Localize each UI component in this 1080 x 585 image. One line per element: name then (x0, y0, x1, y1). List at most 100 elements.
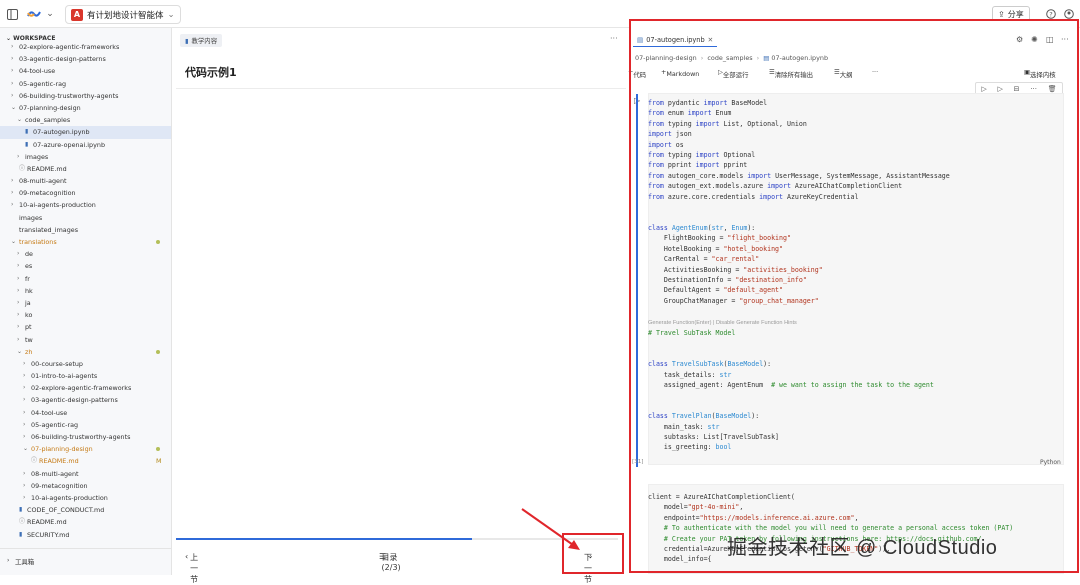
tree-item-label: translations (19, 238, 57, 246)
tree-item[interactable]: › images (0, 151, 171, 163)
chevron-down-icon: ⌄ (23, 445, 29, 453)
chevron-right-icon: › (23, 493, 26, 501)
chevron-right-icon: › (11, 177, 14, 185)
tree-item-label: 07-azure-openai.ipynb (33, 140, 105, 149)
file-tree: › 02-explore-agentic-frameworks › 03-agenti… (0, 41, 171, 541)
tree-item[interactable]: › 00-course-setup (0, 358, 171, 370)
share-icon: ⇪ (998, 9, 1005, 19)
tree-item[interactable]: ⌄ code_samples (0, 114, 171, 126)
tree-item[interactable]: › 02-explore-agentic-frameworks (0, 41, 171, 53)
tree-item-label: 01-intro-to-ai-agents (31, 372, 98, 381)
tree-item[interactable]: › tw (0, 334, 171, 346)
tree-item[interactable]: ⌄ 07-planning-design (0, 102, 171, 114)
chevron-right-icon: › (11, 43, 14, 50)
chevron-right-icon: › (17, 323, 20, 331)
chevron-right-icon: › (11, 67, 14, 75)
tree-item-label: 00-course-setup (31, 359, 83, 368)
next-button-highlight (562, 533, 624, 574)
tree-item[interactable]: › 04-tool-use (0, 407, 171, 419)
modified-badge: M (156, 457, 162, 466)
chevron-right-icon: › (7, 557, 10, 564)
chevron-down-icon[interactable]: ⌄ (44, 8, 56, 20)
tree-item[interactable]: › 03-agentic-design-patterns (0, 394, 171, 406)
project-selector[interactable]: A 有计划地设计智能体 ⌄ (65, 5, 181, 24)
tree-item-label: 08-multi-agent (31, 469, 79, 478)
prev-section-button[interactable]: ‹ 上一节 (185, 547, 198, 584)
tree-item[interactable]: › hk (0, 285, 171, 297)
tree-item[interactable]: › 01-intro-to-ai-agents (0, 370, 171, 382)
tree-item-label: images (19, 213, 43, 222)
tree-item[interactable]: › pt (0, 321, 171, 333)
tree-item[interactable]: ⌄ translations (0, 236, 171, 248)
tree-item[interactable]: › 08-multi-agent (0, 175, 171, 187)
info-icon: ⓘ (19, 518, 26, 526)
project-name: 有计划地设计智能体 (87, 10, 164, 21)
tree-item[interactable]: › es (0, 260, 171, 272)
tree-item[interactable]: ▮ 07-autogen.ipynb (0, 126, 171, 139)
tree-item[interactable]: › fr (0, 273, 171, 285)
notebook-highlight-box (629, 19, 1079, 573)
tree-item-label: 10-ai-agents-production (19, 201, 96, 210)
tree-item[interactable]: images (0, 212, 171, 224)
chevron-right-icon: › (17, 286, 20, 294)
tree-item[interactable]: ▮ CODE_OF_CONDUCT.md (0, 504, 171, 516)
tree-item[interactable]: › de (0, 248, 171, 260)
tree-item[interactable]: › 05-agentic-rag (0, 78, 171, 90)
tree-item-label: 03-agentic-design-patterns (31, 396, 118, 405)
tree-item[interactable]: › 06-building-trustworthy-agents (0, 90, 171, 102)
chevron-down-icon: ⌄ (11, 238, 17, 245)
chevron-right-icon: › (23, 408, 26, 416)
tutorial-panel: ▮ 教学内容 ··· 代码示例1 ‹ 上一节 ☰ 目录(2/3) 下一节 › (176, 28, 626, 584)
chevron-right-icon: › (17, 274, 20, 282)
tree-item-label: README.md (27, 518, 67, 527)
tree-item[interactable]: ⓘ README.md (0, 163, 171, 175)
toc-label: 目录(2/3) (381, 553, 401, 572)
chevron-right-icon: › (17, 335, 20, 343)
tab-label: 教学内容 (191, 37, 218, 45)
tree-item-label: zh (25, 347, 33, 356)
chevron-left-icon: ‹ (185, 552, 189, 561)
tree-item[interactable]: ⓘ README.md (0, 516, 171, 528)
sidebar-toggle-icon[interactable] (6, 8, 18, 20)
tree-item-label: es (25, 262, 33, 271)
divider (176, 88, 626, 89)
tree-item-label: 05-agentic-rag (19, 79, 67, 88)
tree-item[interactable]: › 10-ai-agents-production (0, 492, 171, 504)
chevron-right-icon: › (17, 262, 20, 270)
chevron-right-icon: › (11, 189, 14, 197)
tree-item[interactable]: ⓘ README.md M (0, 455, 171, 467)
tree-item[interactable]: ▮ SECURITY.md (0, 529, 171, 541)
chevron-right-icon: › (17, 311, 20, 319)
tree-item-label: 07-autogen.ipynb (33, 128, 90, 137)
tree-item-label: 04-tool-use (31, 408, 68, 417)
tree-item-label: 09-metacognition (31, 481, 88, 490)
tree-item[interactable]: › 09-metacognition (0, 480, 171, 492)
tab-tutorial-content[interactable]: ▮ 教学内容 (180, 34, 223, 47)
tree-item[interactable]: › 05-agentic-rag (0, 419, 171, 431)
tree-item[interactable]: › 04-tool-use (0, 65, 171, 77)
tree-item[interactable]: › 06-building-trustworthy-agents (0, 431, 171, 443)
tree-item-label: 08-multi-agent (19, 177, 67, 186)
tree-item[interactable]: ▮ 07-azure-openai.ipynb (0, 139, 171, 151)
app-logo-icon (26, 8, 42, 20)
tree-item[interactable]: › ko (0, 309, 171, 321)
tree-item[interactable]: › 02-explore-agentic-frameworks (0, 382, 171, 394)
tree-item[interactable]: › ja (0, 297, 171, 309)
chevron-right-icon: › (23, 384, 26, 392)
toolbox-section[interactable]: › 工具箱 (0, 548, 171, 575)
tree-item-label: 04-tool-use (19, 67, 56, 76)
more-options-icon[interactable]: ··· (610, 34, 618, 43)
tree-item[interactable]: › 03-agentic-design-patterns (0, 53, 171, 65)
tree-item[interactable]: › 09-metacognition (0, 187, 171, 199)
tree-item-label: 09-metacognition (19, 189, 76, 198)
info-icon: ⓘ (31, 457, 38, 465)
markdown-file-icon: ▮ (19, 506, 23, 514)
tree-item[interactable]: translated_images (0, 224, 171, 236)
tree-item[interactable]: ⌄ zh (0, 346, 171, 358)
tree-item-label: ko (25, 311, 33, 320)
tree-item[interactable]: ⌄ 07-planning-design (0, 443, 171, 455)
tree-item[interactable]: › 08-multi-agent (0, 468, 171, 480)
toc-button[interactable]: ☰ 目录(2/3) (379, 547, 401, 572)
chevron-right-icon: › (11, 79, 14, 87)
tree-item[interactable]: › 10-ai-agents-production (0, 199, 171, 211)
